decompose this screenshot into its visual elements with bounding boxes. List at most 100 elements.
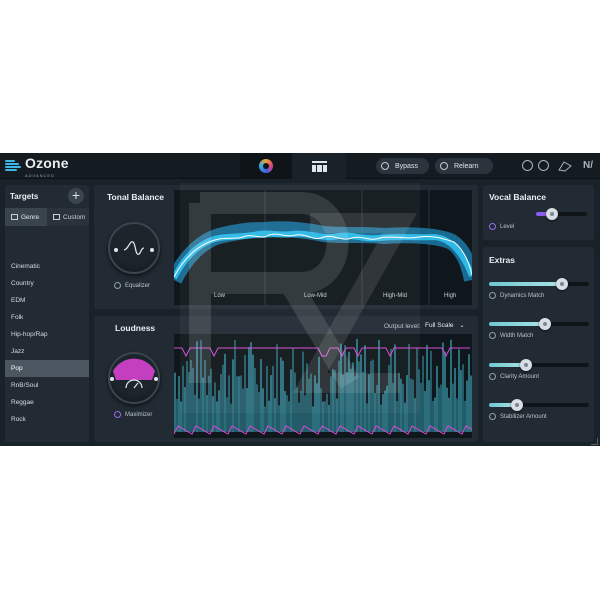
waveform-bar — [412, 379, 414, 432]
genre-item-selected[interactable]: Pop — [5, 360, 89, 377]
output-level-label: Output level: — [384, 323, 421, 330]
maximizer-knob[interactable] — [108, 352, 160, 404]
bypass-button[interactable]: Bypass — [376, 158, 429, 174]
maximizer-label[interactable]: Maximizer — [114, 411, 152, 418]
output-level-select[interactable]: Full Scale ⌄ — [425, 322, 465, 329]
waveform-bar — [210, 368, 212, 432]
stabilizer-amount-label[interactable]: Stabilizer Amount — [489, 413, 547, 420]
waveform-bar — [416, 347, 418, 432]
tonal-curve — [174, 190, 472, 305]
waveform-bar — [428, 380, 430, 432]
genre-item[interactable]: Folk — [5, 309, 89, 326]
eq-curve-icon — [114, 241, 154, 255]
genre-item[interactable]: Country — [5, 275, 89, 292]
waveform-bar — [330, 376, 332, 432]
waveform-bar — [188, 372, 190, 432]
genre-item[interactable]: RnB/Soul — [5, 377, 89, 394]
waveform-bar — [364, 345, 366, 432]
waveform-bar — [418, 369, 420, 432]
width-match-label[interactable]: Width Match — [489, 332, 533, 339]
waveform-bar — [388, 365, 390, 432]
waveform-bar — [214, 382, 216, 432]
genre-item[interactable]: Jazz — [5, 343, 89, 360]
help-icon[interactable] — [538, 160, 549, 171]
clarity-amount-label[interactable]: Clarity Amount — [489, 373, 539, 380]
genre-tab[interactable]: Genre — [5, 208, 47, 226]
dynamics-match-slider[interactable] — [489, 278, 589, 290]
genre-item[interactable]: Reggae — [5, 394, 89, 411]
dynamics-match-thumb[interactable] — [556, 278, 568, 290]
waveform-bar — [350, 368, 352, 432]
power-icon — [114, 282, 121, 289]
band-label-low-mid: Low-Mid — [304, 293, 327, 299]
waveform-bar — [326, 393, 328, 432]
equalizer-label-text: Equalizer — [125, 282, 151, 289]
relearn-label: Relearn — [454, 162, 479, 170]
waveform-bar — [358, 361, 360, 432]
vocal-level-slider[interactable] — [536, 208, 587, 220]
band-label-high: High — [444, 293, 457, 299]
waveform-bar — [236, 376, 238, 432]
maximizer-label-text: Maximizer — [125, 411, 153, 418]
stabilizer-amount-slider[interactable] — [489, 399, 589, 411]
relearn-button[interactable]: Relearn — [435, 158, 493, 174]
width-match-slider[interactable] — [489, 318, 589, 330]
waveform-bar — [186, 360, 188, 432]
stabilizer-amount-thumb[interactable] — [511, 399, 523, 411]
width-match-text: Width Match — [500, 332, 534, 339]
waveform-bar — [376, 384, 378, 432]
waveform-bar — [452, 383, 454, 432]
waveform-bar — [244, 354, 246, 432]
genre-item[interactable]: EDM — [5, 292, 89, 309]
vocal-level-thumb[interactable] — [546, 208, 558, 220]
power-icon — [489, 332, 496, 339]
tab-assistant[interactable] — [240, 153, 292, 179]
waveform-bar — [200, 340, 202, 432]
genre-item[interactable]: Hip-hop/Rap — [5, 326, 89, 343]
waveform-bar — [246, 388, 248, 432]
resize-grip-icon[interactable] — [591, 438, 598, 445]
brand-name: Ozone — [25, 154, 69, 171]
waveform-bar — [352, 362, 354, 432]
waveform-bar — [458, 349, 460, 432]
waveform-bar — [336, 398, 338, 432]
waveform-bar — [220, 374, 222, 432]
waveform-bar — [344, 344, 346, 432]
width-match-fill — [489, 322, 545, 326]
tonal-balance-graph: Low Low-Mid High-Mid High — [174, 190, 472, 305]
settings-gear-icon[interactable] — [522, 160, 533, 171]
waveform-bar — [238, 376, 240, 432]
routing-icon[interactable] — [558, 160, 572, 172]
vocal-level-label[interactable]: Level — [489, 223, 514, 230]
waveform-bar — [276, 344, 278, 432]
waveform-bar — [208, 375, 210, 432]
clarity-amount-slider[interactable] — [489, 359, 589, 371]
waveform-bar — [342, 374, 344, 432]
waveform-bar — [398, 373, 400, 432]
top-bar: Ozone ADVANCED Bypass Relearn N/ — [0, 153, 600, 179]
genre-item[interactable]: Cinematic — [5, 258, 89, 275]
waveform-bar — [260, 358, 262, 432]
dynamics-match-label[interactable]: Dynamics Match — [489, 292, 544, 299]
clarity-amount-thumb[interactable] — [520, 359, 532, 371]
waveform-bar — [390, 348, 392, 432]
waveform-bar — [228, 375, 230, 432]
dynamics-match-text: Dynamics Match — [500, 292, 545, 299]
waveform-bar — [384, 390, 386, 432]
equalizer-label[interactable]: Equalizer — [114, 282, 150, 289]
custom-tab[interactable]: Custom — [47, 208, 89, 226]
waveform-bar — [182, 365, 184, 432]
equalizer-knob[interactable] — [108, 222, 160, 274]
waveform-bar — [262, 388, 264, 432]
waveform-bar — [406, 375, 408, 432]
width-match-thumb[interactable] — [539, 318, 551, 330]
add-target-button[interactable]: + — [68, 188, 84, 204]
tab-modules[interactable] — [292, 153, 346, 179]
genre-item[interactable]: Rock — [5, 411, 89, 428]
modules-grid-icon — [312, 161, 327, 172]
waveform-display — [174, 338, 472, 435]
custom-tab-label: Custom — [63, 213, 86, 221]
waveform-bar — [408, 343, 410, 432]
waveform-bar — [328, 404, 330, 432]
waveform-bar — [294, 372, 296, 432]
